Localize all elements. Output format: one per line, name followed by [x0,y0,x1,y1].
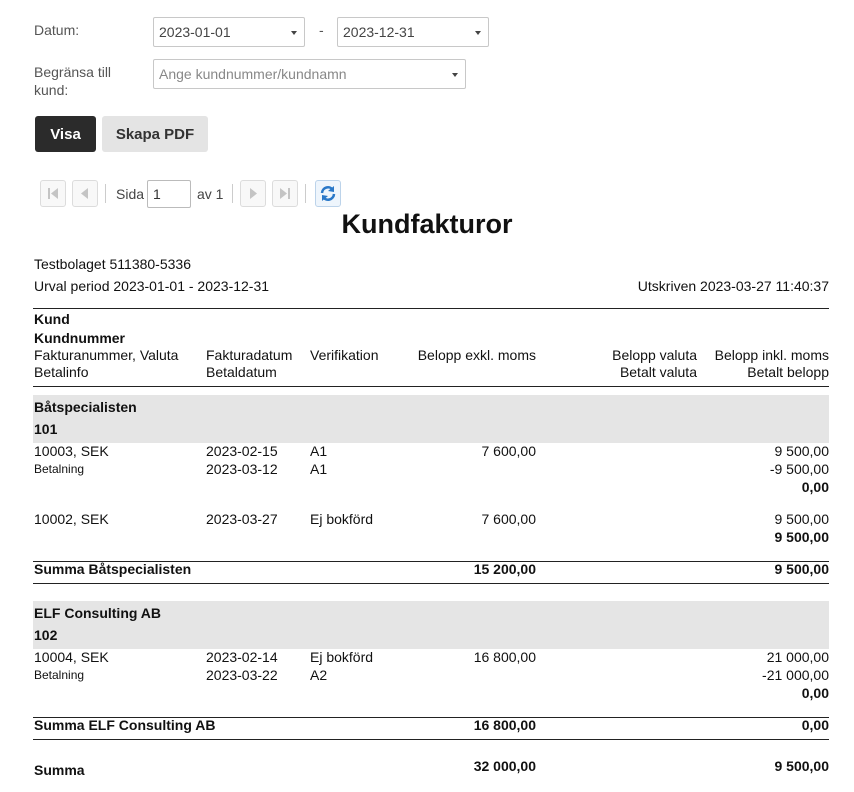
header-belopp-inkl: Belopp inkl. moms [714,347,829,363]
invoice-date: 2023-02-15 [206,443,278,459]
customer-name: Båtspecialisten [34,399,137,415]
header-kund: Kund [34,311,70,327]
page-label: Sida [116,186,145,202]
pager-separator [105,184,106,203]
prev-page-icon [81,188,88,199]
from-date-value: 2023-01-01 [159,24,231,40]
chevron-down-icon [475,31,481,35]
first-page-button[interactable] [40,180,66,207]
customer-select[interactable]: Ange kundnummer/kundnamn [153,59,466,89]
invoice-date: 2023-03-27 [206,511,278,527]
invoice-verification: A1 [310,443,328,459]
header-betaldatum: Betaldatum [206,364,277,380]
show-button[interactable]: Visa [35,116,96,152]
invoice-amount-inkl: 9 500,00 [774,511,830,527]
invoice-verification: Ej bokförd [310,511,374,527]
invoice-number: 10002, SEK [34,511,109,527]
period-info: Urval period 2023-01-01 - 2023-12-31 [34,278,270,294]
report-title: Kundfakturor [341,209,513,239]
payment-label: Betalning [34,462,85,476]
invoice-amount-exkl: 16 800,00 [473,649,536,665]
customer-sum-label: Summa ELF Consulting AB [34,717,216,733]
invoice-amount-exkl: 7 600,00 [481,443,537,459]
next-page-icon [250,188,257,199]
customer-select-placeholder: Ange kundnummer/kundnamn [159,66,347,82]
customer-sum-label: Summa Båtspecialisten [34,561,192,577]
divider [33,739,829,740]
divider [33,386,829,387]
to-date-value: 2023-12-31 [343,24,415,40]
payment-verification: A2 [310,667,328,683]
customer-limit-label: Begränsa till kund: [34,63,111,99]
pager-separator [305,184,306,203]
customer-number: 102 [34,627,58,643]
header-fakturadatum: Fakturadatum [206,347,293,363]
invoice-remaining: 9 500,00 [774,529,830,545]
page-number-input[interactable]: 1 [147,180,191,208]
invoice-amount-inkl: 9 500,00 [774,443,830,459]
to-date-select[interactable]: 2023-12-31 [337,17,489,47]
datum-label: Datum: [34,22,80,38]
customer-sum-exkl: 16 800,00 [473,717,536,733]
payment-date: 2023-03-12 [206,461,278,477]
page-count-label: av 1 [197,186,224,202]
payment-amount: -9 500,00 [769,461,829,477]
payment-label: Betalning [34,668,85,682]
customer-number: 101 [34,421,58,437]
first-page-icon [48,188,58,199]
customer-sum-exkl: 15 200,00 [473,561,536,577]
printed-timestamp: Utskriven 2023-03-27 11:40:37 [637,278,829,294]
invoice-remaining: 0,00 [801,685,829,701]
date-range-dash: - [319,22,324,38]
last-page-icon [280,188,290,199]
total-inkl: 9 500,00 [774,758,830,774]
invoice-remaining: 0,00 [801,479,829,495]
header-verifikation: Verifikation [310,347,379,363]
chevron-down-icon [452,73,458,77]
customer-limit-label-line1: Begränsa till [34,64,112,80]
payment-amount: -21 000,00 [762,667,829,683]
prev-page-button[interactable] [72,180,98,207]
invoice-number: 10004, SEK [34,649,109,665]
last-page-button[interactable] [272,180,298,207]
header-kundnummer: Kundnummer [34,330,125,346]
divider [33,308,829,309]
total-label: Summa [34,762,85,778]
invoice-amount-exkl: 7 600,00 [481,511,537,527]
refresh-icon [320,186,336,201]
customer-name: ELF Consulting AB [34,605,162,621]
customer-limit-label-line2: kund: [34,82,69,98]
customer-sum-inkl: 9 500,00 [774,561,830,577]
pager-separator [232,184,233,203]
next-page-button[interactable] [240,180,266,207]
total-exkl: 32 000,00 [473,758,536,774]
chevron-down-icon [291,31,297,35]
invoice-verification: Ej bokförd [310,649,374,665]
company-info: Testbolaget 511380-5336 [34,256,191,272]
create-pdf-button[interactable]: Skapa PDF [102,116,208,152]
payment-verification: A1 [310,461,328,477]
invoice-amount-inkl: 21 000,00 [766,649,829,665]
refresh-button[interactable] [315,180,341,207]
invoice-date: 2023-02-14 [206,649,278,665]
header-betalt-belopp: Betalt belopp [747,364,829,380]
header-fakturanummer: Fakturanummer, Valuta [34,347,179,363]
divider [33,583,829,584]
header-betalinfo: Betalinfo [34,364,89,380]
from-date-select[interactable]: 2023-01-01 [153,17,305,47]
invoice-number: 10003, SEK [34,443,109,459]
header-belopp-exkl: Belopp exkl. moms [417,347,536,363]
customer-sum-inkl: 0,00 [801,717,829,733]
payment-date: 2023-03-22 [206,667,278,683]
customer-group-header [33,395,829,443]
